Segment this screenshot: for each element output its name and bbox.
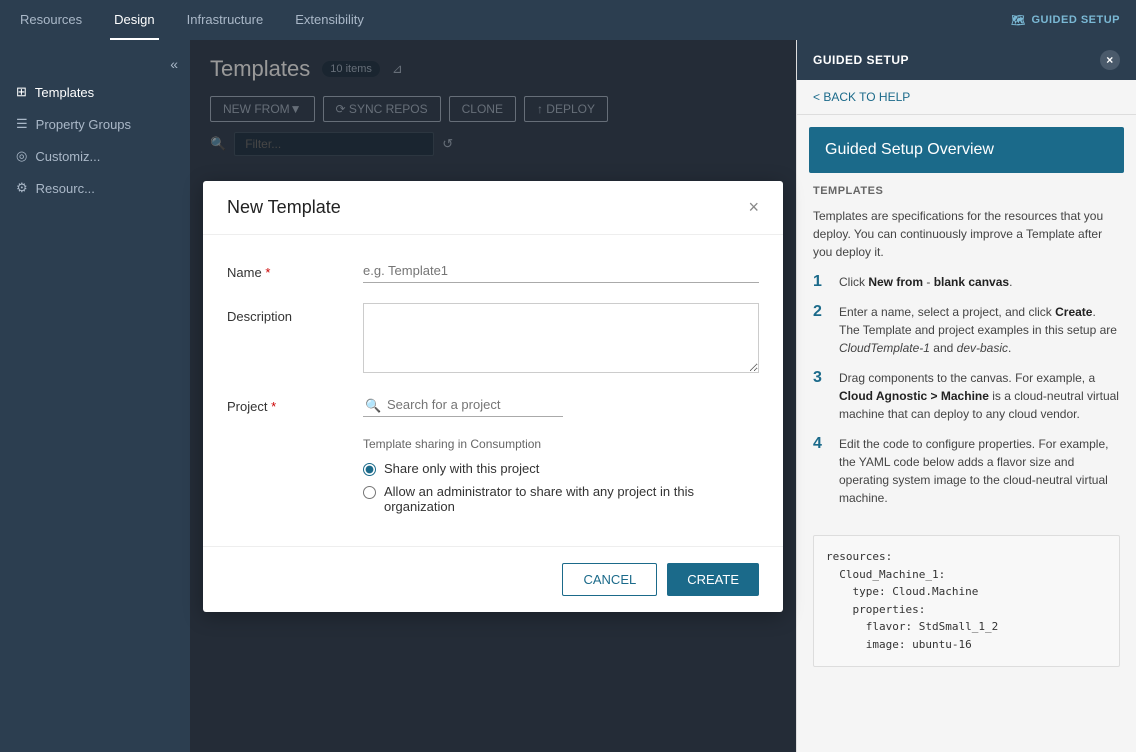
- project-search-input[interactable]: [363, 393, 563, 417]
- modal-close-button[interactable]: ×: [748, 197, 759, 218]
- guided-step-4: 4 Edit the code to configure properties.…: [813, 435, 1120, 507]
- modal-footer: CANCEL CREATE: [203, 546, 783, 612]
- code-content: resources: Cloud_Machine_1: type: Cloud.…: [826, 548, 1107, 654]
- nav-infrastructure[interactable]: Infrastructure: [183, 0, 268, 40]
- guided-step-3: 3 Drag components to the canvas. For exa…: [813, 369, 1120, 423]
- sidebar-item-customize[interactable]: ◎ Customiz...: [0, 140, 190, 172]
- step-2-text: Enter a name, select a project, and clic…: [839, 303, 1120, 357]
- step-1-text: Click New from - blank canvas.: [839, 273, 1012, 291]
- step-4-text: Edit the code to configure properties. F…: [839, 435, 1120, 507]
- share-project-radio[interactable]: [363, 463, 376, 476]
- description-label: Description: [227, 303, 347, 324]
- name-label: Name *: [227, 259, 347, 280]
- main-content: Templates 10 items ⊿ NEW FROM▼ ⟳ SYNC RE…: [190, 40, 796, 752]
- guided-setup-label: GUIDED SETUP: [1031, 14, 1120, 26]
- project-required: *: [271, 399, 276, 414]
- modal-body: Name * Description Project: [203, 235, 783, 546]
- share-admin-label: Allow an administrator to share with any…: [384, 484, 759, 514]
- sidebar-collapse-button[interactable]: «: [0, 52, 190, 76]
- main-area: « ⊞ Templates ☰ Property Groups ◎ Custom…: [0, 40, 1136, 752]
- create-button[interactable]: CREATE: [667, 563, 759, 596]
- customize-icon: ◎: [16, 148, 27, 164]
- share-admin-radio[interactable]: [363, 486, 376, 499]
- modal-title: New Template: [227, 197, 341, 218]
- modal-overlay: New Template × Name * Description: [190, 40, 796, 752]
- map-icon: 🗺: [1011, 14, 1025, 27]
- sharing-section: Template sharing in Consumption Share on…: [227, 437, 759, 514]
- guided-panel-close-button[interactable]: ×: [1100, 50, 1120, 70]
- guided-overview-title: Guided Setup Overview: [809, 127, 1124, 173]
- cancel-button[interactable]: CANCEL: [562, 563, 657, 596]
- guided-setup-button[interactable]: 🗺 GUIDED SETUP: [1011, 14, 1120, 27]
- property-groups-icon: ☰: [16, 116, 28, 132]
- nav-extensibility[interactable]: Extensibility: [291, 0, 368, 40]
- guided-intro-text: Templates are specifications for the res…: [813, 207, 1120, 261]
- project-search-wrapper: 🔍: [363, 393, 759, 417]
- description-input[interactable]: [363, 303, 759, 373]
- step-3-num: 3: [813, 369, 829, 423]
- project-label: Project *: [227, 393, 347, 414]
- back-to-help-button[interactable]: < BACK TO HELP: [797, 80, 1136, 115]
- new-template-modal: New Template × Name * Description: [203, 181, 783, 612]
- code-block: resources: Cloud_Machine_1: type: Cloud.…: [813, 535, 1120, 667]
- guided-panel-header: GUIDED SETUP ×: [797, 40, 1136, 80]
- guided-section: TEMPLATES Templates are specifications f…: [797, 185, 1136, 535]
- nav-design[interactable]: Design: [110, 0, 158, 40]
- modal-header: New Template ×: [203, 181, 783, 235]
- project-field-row: Project * 🔍: [227, 393, 759, 417]
- nav-resources[interactable]: Resources: [16, 0, 86, 40]
- sidebar-item-property-groups[interactable]: ☰ Property Groups: [0, 108, 190, 140]
- templates-icon: ⊞: [16, 84, 27, 100]
- sharing-label: Template sharing in Consumption: [363, 437, 759, 451]
- share-admin-option: Allow an administrator to share with any…: [363, 484, 759, 514]
- name-field-row: Name *: [227, 259, 759, 283]
- sidebar: « ⊞ Templates ☰ Property Groups ◎ Custom…: [0, 40, 190, 752]
- sidebar-item-resources[interactable]: ⚙ Resourc...: [0, 172, 190, 204]
- top-nav: Resources Design Infrastructure Extensib…: [0, 0, 1136, 40]
- step-1-num: 1: [813, 273, 829, 291]
- step-2-num: 2: [813, 303, 829, 357]
- guided-step-1: 1 Click New from - blank canvas.: [813, 273, 1120, 291]
- name-required: *: [265, 265, 270, 280]
- guided-section-title: TEMPLATES: [813, 185, 1120, 197]
- step-4-num: 4: [813, 435, 829, 507]
- guided-panel-title: GUIDED SETUP: [813, 53, 909, 67]
- resources-icon: ⚙: [16, 180, 28, 196]
- description-field-row: Description: [227, 303, 759, 373]
- share-project-option: Share only with this project: [363, 461, 759, 476]
- guided-step-2: 2 Enter a name, select a project, and cl…: [813, 303, 1120, 357]
- name-input[interactable]: [363, 259, 759, 283]
- sidebar-item-templates[interactable]: ⊞ Templates: [0, 76, 190, 108]
- step-3-text: Drag components to the canvas. For examp…: [839, 369, 1120, 423]
- share-project-label: Share only with this project: [384, 461, 539, 476]
- guided-panel: GUIDED SETUP × < BACK TO HELP Guided Set…: [796, 40, 1136, 752]
